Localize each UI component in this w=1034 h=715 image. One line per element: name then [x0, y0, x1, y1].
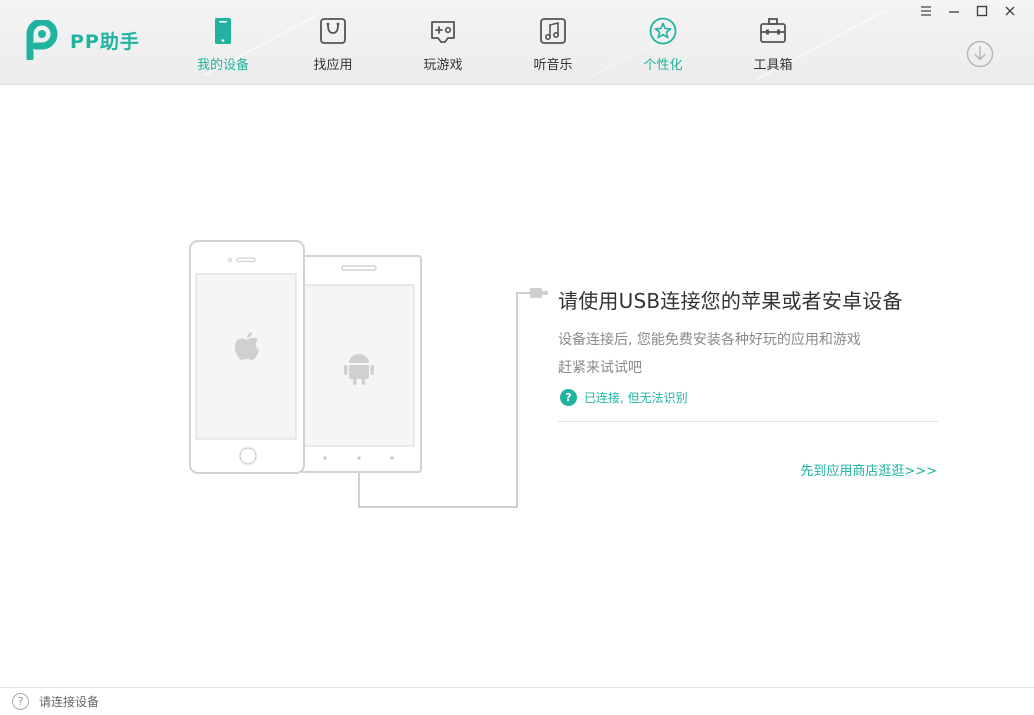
shopping-bag-icon: [320, 18, 346, 44]
nav-label: 个性化: [643, 58, 683, 73]
device-connect-illustration: [189, 240, 548, 508]
nav-toolbox[interactable]: 工具箱: [718, 0, 828, 84]
main-content: 请使用USB连接您的苹果或者安卓设备 设备连接后, 您能免费安装各种好玩的应用和…: [0, 85, 1034, 687]
maximize-button[interactable]: [972, 2, 992, 20]
app-logo: PP助手: [24, 20, 140, 60]
top-toolbar: PP助手 我的设备 找应用 玩游戏 听音乐 个性化 工具箱: [0, 0, 1034, 85]
nav-listen-music[interactable]: 听音乐: [498, 0, 608, 84]
usb-plug-icon: [530, 288, 548, 298]
app-name: PP助手: [70, 30, 140, 53]
nav-label: 玩游戏: [423, 58, 463, 73]
close-button[interactable]: [1000, 2, 1020, 20]
description-line: 设备连接后, 您能免费安装各种好玩的应用和游戏: [558, 332, 861, 348]
toolbox-icon: [760, 18, 786, 43]
connected-not-recognized-link[interactable]: ? 已连接, 但无法识别: [560, 389, 688, 406]
divider: [558, 421, 938, 422]
music-note-icon: [540, 18, 566, 44]
minimize-button[interactable]: [944, 2, 964, 20]
nav-find-apps[interactable]: 找应用: [278, 0, 388, 84]
close-icon: [1005, 6, 1015, 16]
gamepad-icon: [431, 21, 455, 43]
menu-icon: [921, 6, 931, 16]
question-circle-icon[interactable]: ?: [12, 693, 29, 710]
nav-my-device[interactable]: 我的设备: [168, 0, 278, 84]
android-phone-illustration: [299, 255, 422, 473]
connect-description: 设备连接后, 您能免费安装各种好玩的应用和游戏 赶紧来试试吧: [558, 326, 861, 382]
nav-label: 找应用: [313, 58, 353, 73]
status-text: 请连接设备: [39, 695, 100, 709]
nav-play-games[interactable]: 玩游戏: [388, 0, 498, 84]
star-icon: [649, 17, 677, 45]
main-nav: 我的设备 找应用 玩游戏 听音乐 个性化 工具箱: [168, 0, 828, 84]
window-controls: [916, 2, 1020, 20]
question-icon: ?: [560, 389, 577, 406]
nav-label: 工具箱: [753, 58, 793, 73]
pp-assistant-window: PP助手 我的设备 找应用 玩游戏 听音乐 个性化 工具箱 请使用USB连接您的…: [0, 0, 1034, 715]
pp-logo-icon: [26, 20, 58, 60]
maximize-icon: [976, 5, 988, 17]
status-bar: ? 请连接设备: [0, 687, 1034, 715]
description-line: 赶紧来试试吧: [558, 360, 642, 376]
phone-icon: [215, 18, 231, 44]
nav-label: 听音乐: [533, 58, 573, 73]
app-store-link[interactable]: 先到应用商店逛逛>>>: [800, 460, 937, 479]
nav-label: 我的设备: [196, 58, 249, 73]
minimize-icon: [949, 11, 959, 13]
menu-button[interactable]: [916, 2, 936, 20]
help-link-text: 已连接, 但无法识别: [584, 391, 688, 405]
nav-personalize[interactable]: 个性化: [608, 0, 718, 84]
connect-headline: 请使用USB连接您的苹果或者安卓设备: [558, 289, 903, 313]
iphone-illustration: [189, 240, 305, 474]
download-icon[interactable]: [966, 40, 994, 68]
